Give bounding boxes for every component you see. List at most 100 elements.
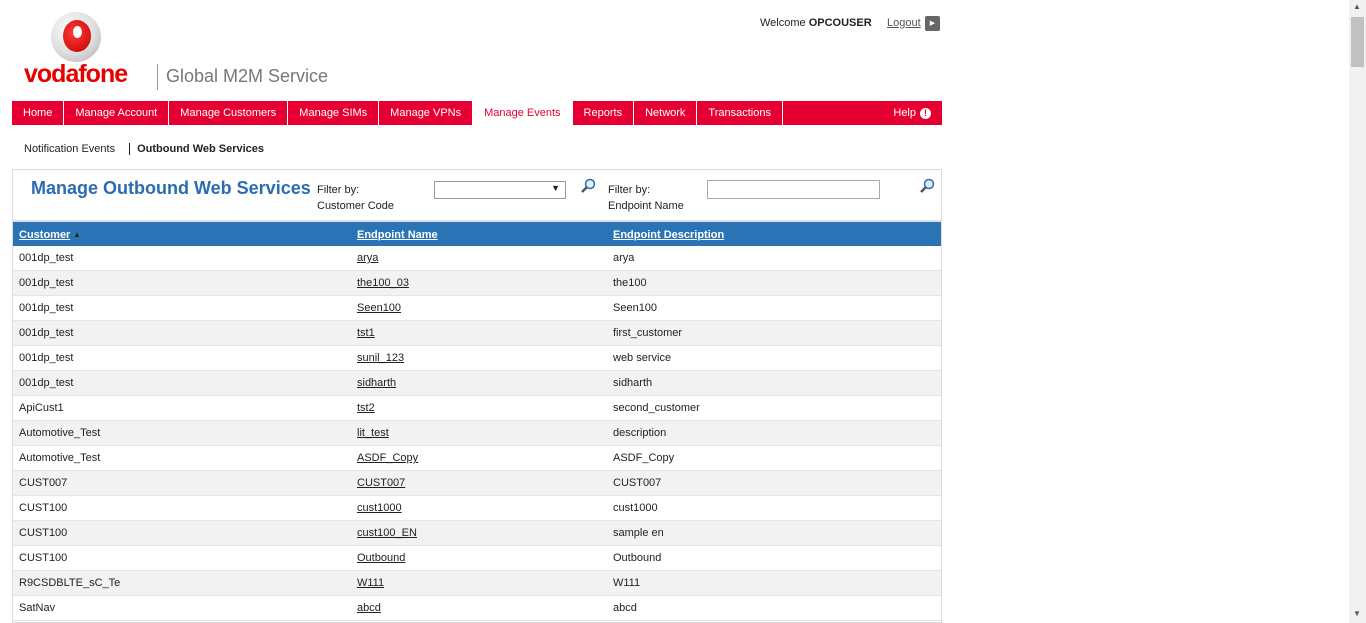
cell-endpoint-name-link[interactable]: cust1000 [357,502,402,514]
nav-home[interactable]: Home [12,101,65,125]
welcome-label: Welcome [760,17,806,29]
nav-manage-account[interactable]: Manage Account [64,101,170,125]
logout-arrow-icon[interactable]: ▶ [925,16,940,31]
cell-endpoint-description: cust1000 [613,502,658,514]
cell-customer: 001dp_test [19,327,74,339]
cell-endpoint-name-link[interactable]: tst1 [357,327,375,339]
table-row: 001dp_test tst1 first_customer [13,321,941,346]
brand-name: vodafone [24,60,128,88]
cell-endpoint-name-link[interactable]: abcd [357,602,381,614]
cell-endpoint-name-link[interactable]: tst2 [357,402,375,414]
username: OPCOUSER [808,17,872,29]
cell-endpoint-description: sidharth [613,377,653,389]
cell-endpoint-description: web service [613,352,672,364]
divider [157,64,158,90]
cell-endpoint-name-link[interactable]: the100_03 [357,277,409,289]
welcome-text: Welcome OPCOUSER [760,17,872,29]
nav-manage-sims[interactable]: Manage SIMs [288,101,380,125]
filter-label: Endpoint Name [608,200,684,212]
cell-endpoint-description: the100 [613,277,647,289]
cell-endpoint-name-link[interactable]: cust100_EN [357,527,417,539]
cell-endpoint-description: arya [613,252,635,264]
endpoint-name-input[interactable] [707,180,880,199]
scroll-down-icon[interactable]: ▼ [1353,609,1361,618]
cell-endpoint-name-link[interactable]: Seen100 [357,302,401,314]
help-label: Help [893,107,916,119]
cell-endpoint-name-link[interactable]: W111 [357,577,384,589]
sub-nav: Notification Events Outbound Web Service… [24,143,264,155]
cell-endpoint-description: ASDF_Copy [613,452,675,464]
cell-customer: Automotive_Test [19,452,101,464]
nav-manage-vpns[interactable]: Manage VPNs [379,101,474,125]
cell-endpoint-name-link[interactable]: Outbound [357,552,405,564]
cell-customer: CUST007 [19,477,68,489]
nav-network[interactable]: Network [634,101,698,125]
cell-customer: SatNav [19,602,56,614]
cell-endpoint-description: description [613,427,667,439]
scrollbar[interactable] [1349,0,1366,623]
cell-endpoint-name-link[interactable]: CUST007 [357,477,405,489]
search-icon[interactable] [580,178,596,194]
table-row: 001dp_test sidharth sidharth [13,371,941,396]
nav-reports[interactable]: Reports [573,101,635,125]
filter-endpoint-label: Filter by: Endpoint Name [608,182,684,214]
column-endpoint-name[interactable]: Endpoint Name [357,229,438,241]
filter-customer-label: Filter by: Customer Code [317,182,394,214]
scroll-up-icon[interactable]: ▲ [1353,2,1361,11]
table-row: CUST100 cust1000 cust1000 [13,496,941,521]
table-row: CUST007 CUST007 CUST007 [13,471,941,496]
nav-manage-events[interactable]: Manage Events [473,101,573,125]
search-icon[interactable] [919,178,935,194]
cell-endpoint-name-link[interactable]: arya [357,252,378,264]
cell-endpoint-name-link[interactable]: sunil_123 [357,352,404,364]
help-icon: ! [920,107,931,119]
table-row: Automotive_Test ASDF_Copy ASDF_Copy [13,446,941,471]
cell-endpoint-description: Seen100 [613,302,658,314]
cell-endpoint-name-link[interactable]: ASDF_Copy [357,452,418,464]
cell-customer: ApiCust1 [19,402,64,414]
table-header: Customer ▲ Endpoint Name Endpoint Descri… [13,220,941,246]
customer-code-select[interactable]: ▼ [434,181,566,199]
cell-endpoint-description: sample en [613,527,664,539]
page-title: Manage Outbound Web Services [31,178,311,198]
cell-customer: 001dp_test [19,352,74,364]
cell-customer: 001dp_test [19,302,74,314]
sort-asc-icon: ▲ [73,230,81,239]
cell-customer: R9CSDBLTE_sC_Te [19,577,121,589]
subnav-outbound-web-services[interactable]: Outbound Web Services [129,143,264,155]
main-nav: Home Manage Account Manage Customers Manage… [12,101,942,125]
filter-label: Customer Code [317,200,395,212]
logout-link[interactable]: Logout [887,17,921,29]
nav-help[interactable]: Help! [882,101,942,125]
cell-customer: 001dp_test [19,252,74,264]
table-row: Automotive_Test lit_test description [13,421,941,446]
cell-endpoint-description: CUST007 [613,477,662,489]
cell-endpoint-description: Outbound [613,552,662,564]
cell-endpoint-description: second_customer [613,402,700,414]
subnav-notification-events[interactable]: Notification Events [24,143,115,155]
filter-label: Filter by: [317,184,360,196]
cell-customer: 001dp_test [19,377,74,389]
cell-customer: CUST100 [19,502,68,514]
chevron-down-icon: ▼ [551,183,560,193]
nav-manage-customers[interactable]: Manage Customers [169,101,289,125]
cell-endpoint-name-link[interactable]: sidharth [357,377,396,389]
service-name: Global M2M Service [166,66,329,86]
table-row: 001dp_test Seen100 Seen100 [13,296,941,321]
scrollbar-thumb[interactable] [1351,17,1364,67]
table-row: 001dp_test arya arya [13,246,941,271]
cell-endpoint-description: W111 [613,577,641,589]
column-endpoint-description[interactable]: Endpoint Description [613,229,724,241]
nav-transactions[interactable]: Transactions [697,101,783,125]
cell-customer: CUST100 [19,552,68,564]
cell-customer: Automotive_Test [19,427,101,439]
filter-label: Filter by: [608,184,651,196]
vodafone-logo [51,12,101,62]
table-row: SatNav abcd abcd [13,596,941,621]
column-customer[interactable]: Customer [19,229,70,241]
table-row: CUST100 Outbound Outbound [13,546,941,571]
table-row: 001dp_test sunil_123 web service [13,346,941,371]
cell-endpoint-description: abcd [613,602,637,614]
cell-endpoint-name-link[interactable]: lit_test [357,427,389,439]
cell-customer: CUST100 [19,527,68,539]
